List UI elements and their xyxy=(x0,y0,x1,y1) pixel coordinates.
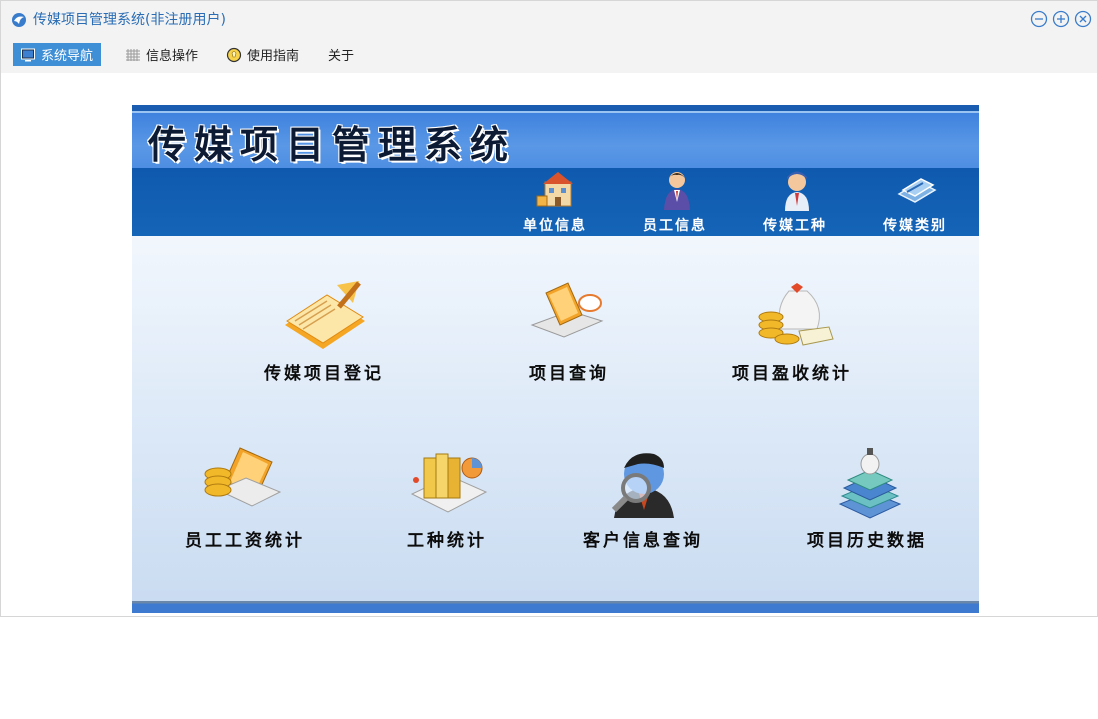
grid-icon xyxy=(126,48,140,61)
menu-about[interactable]: 关于 xyxy=(328,43,354,66)
books-stack-icon xyxy=(838,448,902,519)
nav-media-job-types[interactable]: 传媒工种 xyxy=(745,168,845,236)
nav-label: 单位信息 xyxy=(523,218,587,234)
folders-chart-icon xyxy=(410,453,488,513)
menu-label: 信息操作 xyxy=(146,49,199,64)
navigation-panel: 传媒项目管理系统 单位信息 员工信息 传媒工种 传媒类别 传媒项目登记 项目查询… xyxy=(132,105,979,613)
worker-icon xyxy=(785,171,809,211)
nav-unit-info[interactable]: 单位信息 xyxy=(505,168,605,236)
register-notebook-icon xyxy=(285,281,365,349)
feature-employee-salary-stats[interactable]: 员工工资统计 xyxy=(150,444,330,554)
category-icon xyxy=(897,178,937,203)
feature-label: 项目盈收统计 xyxy=(732,364,852,384)
customer-magnifier-icon xyxy=(611,453,674,518)
system-title: 传媒项目管理系统 xyxy=(148,123,517,167)
menu-user-guide[interactable]: 使用指南 xyxy=(226,43,299,66)
panel-bottom-border xyxy=(132,601,979,613)
feature-label: 项目历史数据 xyxy=(807,531,927,551)
feature-media-project-registration[interactable]: 传媒项目登记 xyxy=(229,277,409,387)
menu-system-navigation[interactable]: 系统导航 xyxy=(13,43,102,66)
close-icon[interactable] xyxy=(1074,10,1092,28)
app-window: 传媒项目管理系统(非注册用户) 系统导航 信息操作 使用指南 关于 传媒项目管理… xyxy=(0,0,1098,617)
nav-media-categories[interactable]: 传媒类别 xyxy=(865,168,965,236)
feature-project-revenue-stats[interactable]: 项目盈收统计 xyxy=(697,277,877,387)
menu-label: 关于 xyxy=(328,49,355,64)
money-bag-icon xyxy=(758,283,834,346)
menu-info-operations[interactable]: 信息操作 xyxy=(125,43,198,66)
quick-nav-bar: 单位信息 员工信息 传媒工种 传媒类别 xyxy=(132,168,979,236)
building-icon xyxy=(536,172,573,207)
feature-label: 传媒项目登记 xyxy=(264,364,384,384)
salary-coins-icon xyxy=(204,447,282,507)
menu-bar: 系统导航 信息操作 使用指南 关于 xyxy=(1,39,1097,73)
feature-project-query[interactable]: 项目查询 xyxy=(474,277,654,387)
menu-label: 系统导航 xyxy=(41,49,94,64)
banner: 传媒项目管理系统 xyxy=(132,111,979,168)
feature-label: 项目查询 xyxy=(529,364,609,384)
menu-label: 使用指南 xyxy=(247,49,300,64)
minimize-icon[interactable] xyxy=(1030,10,1048,28)
title-bar: 传媒项目管理系统(非注册用户) xyxy=(1,1,1097,39)
nav-label: 传媒类别 xyxy=(883,218,947,234)
employee-icon xyxy=(664,172,690,210)
lightbulb-icon xyxy=(226,47,242,62)
nav-label: 员工信息 xyxy=(643,218,707,234)
nav-employee-info[interactable]: 员工信息 xyxy=(625,168,725,236)
monitor-icon xyxy=(21,48,35,61)
maximize-icon[interactable] xyxy=(1052,10,1070,28)
window-title: 传媒项目管理系统(非注册用户) xyxy=(33,12,226,28)
feature-customer-info-query[interactable]: 客户信息查询 xyxy=(548,444,728,554)
feature-label: 客户信息查询 xyxy=(583,531,703,551)
feature-label: 员工工资统计 xyxy=(185,531,305,551)
nav-label: 传媒工种 xyxy=(763,218,827,234)
feature-project-history-data[interactable]: 项目历史数据 xyxy=(772,444,952,554)
laptop-search-icon xyxy=(530,282,604,338)
feature-label: 工种统计 xyxy=(407,531,487,551)
feature-job-type-stats[interactable]: 工种统计 xyxy=(352,444,532,554)
app-logo-icon xyxy=(12,13,26,27)
